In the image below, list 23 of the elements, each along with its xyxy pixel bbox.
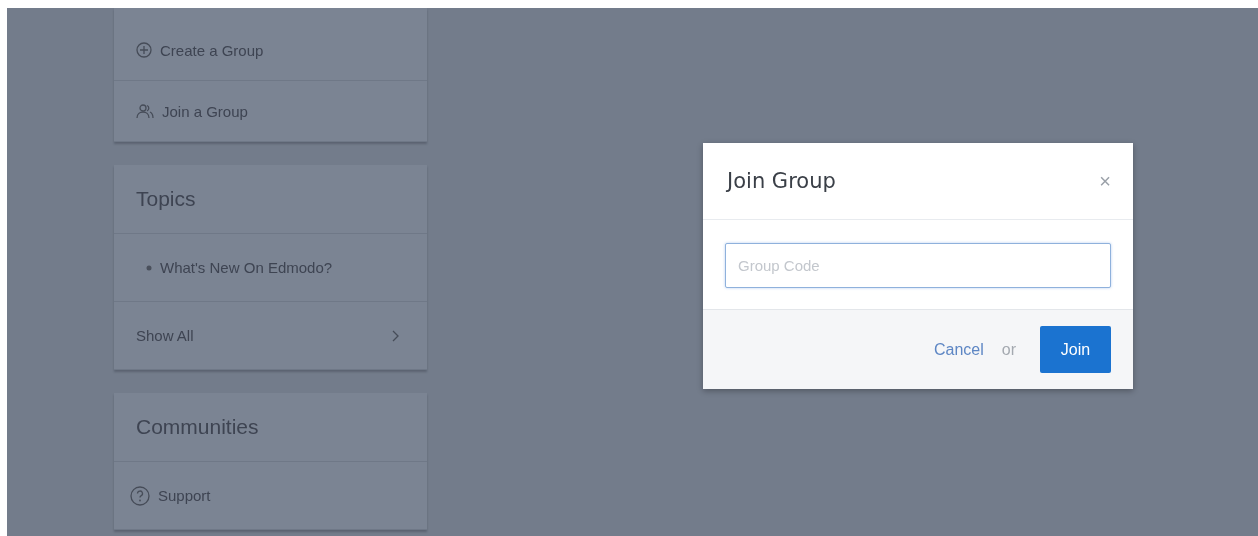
cancel-link[interactable]: Cancel (933, 340, 984, 359)
item-label: Show All (136, 327, 195, 344)
sidebar-item[interactable]: Support (114, 462, 427, 530)
users-icon (136, 103, 154, 119)
dialog-title: Join Group (727, 169, 836, 193)
sidebar-item[interactable]: What's New On Edmodo? (114, 234, 427, 302)
sidebar-item[interactable]: Join a Group (114, 81, 427, 142)
close-button[interactable]: × (1099, 169, 1111, 193)
item-label: Create a Group (160, 41, 264, 59)
card-title: Topics (114, 165, 427, 234)
sidebar-item[interactable]: Create a Group (114, 20, 427, 81)
chevron-right-icon (391, 329, 399, 342)
item-label: Support (158, 487, 211, 504)
join-button[interactable]: Join (1040, 326, 1111, 373)
sidebar-item[interactable]: Show All (114, 302, 427, 370)
or-text: or (1001, 340, 1016, 359)
group-code-field[interactable]: Group Code (725, 243, 1111, 288)
card-title: Communities (114, 393, 427, 462)
help-icon (130, 485, 150, 506)
item-label: Join a Group (162, 102, 248, 120)
plus-circle-icon (136, 42, 152, 58)
item-label: What's New On Edmodo? (160, 259, 333, 276)
bullet-icon (146, 264, 152, 271)
